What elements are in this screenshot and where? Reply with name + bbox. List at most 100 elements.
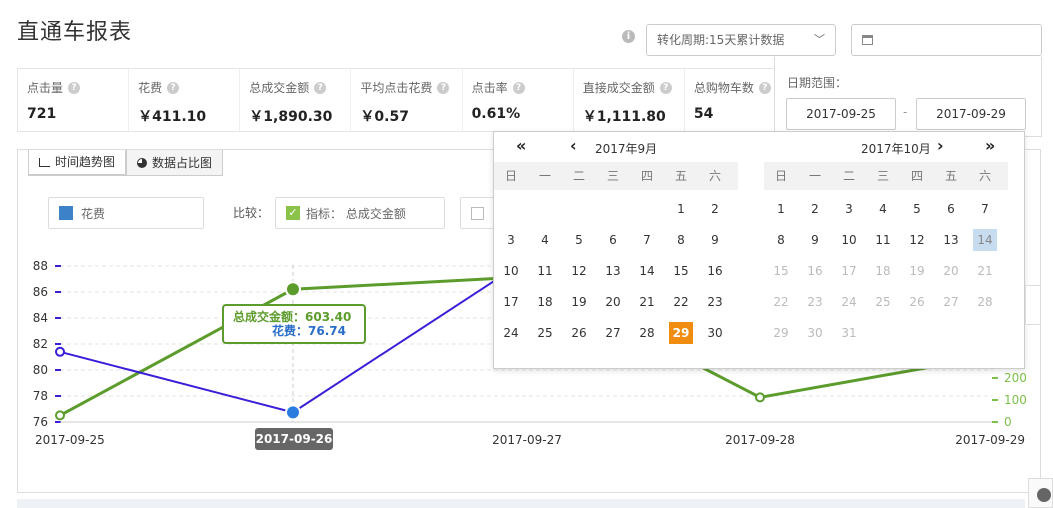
calendar-day: 28 (977, 295, 993, 309)
calendar-day[interactable]: 23 (703, 291, 727, 313)
calendar-day[interactable]: 2 (803, 198, 827, 220)
left-axis-tick-label: 86 (33, 285, 48, 299)
bottom-bar (17, 499, 1025, 508)
tooltip-line-1: 总成交金额：603.40 (233, 309, 351, 324)
calendar-day: 24 (841, 295, 857, 309)
calendar-day: 19 (909, 264, 925, 278)
next-year-button[interactable]: » (985, 136, 995, 155)
feedback-icon (1037, 488, 1051, 502)
weekday-label: 四 (910, 169, 923, 183)
calendar-day: 30 (807, 326, 823, 340)
calendar-day[interactable]: 7 (635, 229, 659, 251)
calendar-day[interactable]: 17 (499, 291, 523, 313)
calendar-day[interactable]: 12 (567, 260, 591, 282)
calendar-day[interactable]: 5 (905, 198, 929, 220)
prev-year-button[interactable]: « (516, 136, 526, 155)
calendar-day: 23 (807, 295, 823, 309)
calendar-day: 20 (943, 264, 959, 278)
calendar-day[interactable]: 11 (871, 229, 895, 251)
prev-month-button[interactable]: ‹ (570, 136, 577, 155)
calendar-day[interactable]: 16 (703, 260, 727, 282)
calendar-day[interactable]: 20 (601, 291, 625, 313)
calendar-day[interactable]: 10 (499, 260, 523, 282)
weekday-header: 日一二三四五六 (494, 162, 738, 190)
calendar-popup: « ‹ 2017年9月 日一二三四五六 1 2 3 4 5 6 7 8 9 10 11 12 13 14 1… (493, 131, 1025, 369)
data-point (755, 392, 765, 403)
calendar-day[interactable]: 9 (803, 229, 827, 251)
weekday-label: 二 (842, 169, 855, 183)
calendar-day[interactable]: 3 (837, 198, 861, 220)
calendar-day[interactable]: 6 (601, 229, 625, 251)
calendar-day[interactable]: 1 (669, 198, 693, 220)
calendar-day[interactable]: 8 (769, 229, 793, 251)
calendar-day: 31 (841, 326, 857, 340)
weekday-label: 一 (538, 169, 551, 183)
calendar-day: 17 (841, 264, 857, 278)
calendar-day[interactable]: 10 (837, 229, 861, 251)
next-month-button[interactable]: › (937, 136, 944, 155)
calendar-day[interactable]: 11 (533, 260, 557, 282)
weekday-label: 六 (978, 169, 991, 183)
calendar-october: 2017年10月 › » 日一二三四五六 1 2 3 4 5 6 7 8 9 10 11 12 13 14… (764, 132, 1030, 370)
data-point (55, 410, 65, 421)
calendar-day[interactable]: 3 (499, 229, 523, 251)
calendar-day[interactable]: 12 (905, 229, 929, 251)
calendar-day[interactable]: 13 (601, 260, 625, 282)
calendar-day[interactable]: 7 (973, 198, 997, 220)
calendar-day[interactable]: 28 (635, 322, 659, 344)
weekday-label: 一 (808, 169, 821, 183)
calendar-september: « ‹ 2017年9月 日一二三四五六 1 2 3 4 5 6 7 8 9 10 11 12 13 14 1… (494, 132, 760, 370)
month-title: 2017年10月 (861, 142, 931, 156)
date-range-label: 日期范围： (787, 76, 848, 90)
calendar-day[interactable]: 24 (499, 322, 523, 344)
x-axis-tick-label: 2017-09-29 (955, 433, 1025, 447)
weekday-label: 三 (606, 169, 619, 183)
calendar-day[interactable]: 4 (871, 198, 895, 220)
left-axis-tick-label: 84 (33, 311, 48, 325)
calendar-day[interactable]: 8 (669, 229, 693, 251)
start-date-field[interactable]: 2017-09-25 (786, 98, 896, 130)
date-range-dash: - (903, 105, 908, 119)
calendar-day[interactable]: 1 (769, 198, 793, 220)
calendar-day[interactable]: 2 (703, 198, 727, 220)
calendar-day[interactable]: 21 (635, 291, 659, 313)
x-axis-tick-label: 2017-09-25 (35, 433, 105, 447)
calendar-day: 27 (943, 295, 959, 309)
calendar-day[interactable]: 14 (635, 260, 659, 282)
calendar-day[interactable]: 18 (533, 291, 557, 313)
left-axis-tick-label: 76 (33, 415, 48, 429)
x-axis-tick-label: 2017-09-27 (492, 433, 562, 447)
calendar-day[interactable]: 19 (567, 291, 591, 313)
calendar-day[interactable]: 6 (939, 198, 963, 220)
weekday-label: 三 (876, 169, 889, 183)
calendar-day[interactable]: 5 (567, 229, 591, 251)
left-axis-tick-label: 88 (33, 259, 48, 273)
calendar-day: 22 (773, 295, 789, 309)
weekday-label: 六 (708, 169, 721, 183)
end-date-field[interactable]: 2017-09-29 (916, 98, 1026, 130)
date-range-panel: 日期范围： 2017-09-25 - 2017-09-29 (774, 57, 1042, 137)
calendar-day[interactable]: 27 (601, 322, 625, 344)
weekday-label: 五 (674, 169, 687, 183)
weekday-label: 二 (572, 169, 585, 183)
calendar-day: 15 (773, 264, 789, 278)
right-axis-tick-label: 0 (1004, 415, 1012, 429)
x-axis-tick-label: 2017-09-28 (725, 433, 795, 447)
calendar-day[interactable]: 14 (973, 229, 997, 251)
calendar-day[interactable]: 22 (669, 291, 693, 313)
calendar-day[interactable]: 9 (703, 229, 727, 251)
calendar-day[interactable]: 15 (669, 260, 693, 282)
calendar-day[interactable]: 26 (567, 322, 591, 344)
calendar-day[interactable]: 30 (703, 322, 727, 344)
calendar-day[interactable]: 29 (669, 322, 693, 344)
feedback-tab[interactable] (1028, 478, 1053, 508)
data-point (55, 346, 65, 357)
calendar-day: 18 (875, 264, 891, 278)
calendar-day[interactable]: 4 (533, 229, 557, 251)
calendar-day: 16 (807, 264, 823, 278)
right-axis-tick-label: 100 (1004, 393, 1027, 407)
calendar-day[interactable]: 25 (533, 322, 557, 344)
left-axis-tick-label: 82 (33, 337, 48, 351)
calendar-day[interactable]: 13 (939, 229, 963, 251)
side-panel-edge (1025, 285, 1040, 325)
